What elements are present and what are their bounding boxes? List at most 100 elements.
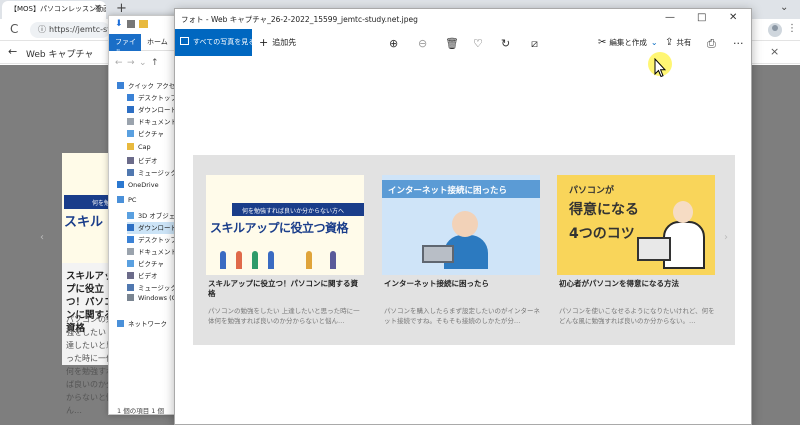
browser-menu-icon[interactable]: ⋮	[787, 23, 797, 34]
nav-forward-icon[interactable]: →	[127, 58, 135, 68]
address-text: https://jemtc-st	[49, 25, 110, 34]
nav-tree-label: デスクトップ	[138, 94, 177, 102]
nav-back-icon[interactable]: ←	[115, 58, 123, 68]
tab-overflow-icon[interactable]: ⌄	[780, 2, 788, 13]
folder-icon	[117, 181, 124, 188]
nav-tree-item[interactable]: Windows (C:)	[127, 294, 179, 306]
nav-tree-item[interactable]: Cap	[127, 143, 151, 155]
article-card-internet: インターネット接続に困ったら インターネット接続に困ったら パソコンを購入したら…	[382, 175, 540, 335]
nav-tree-item[interactable]: ピクチャ	[127, 258, 164, 270]
folder-icon	[127, 236, 134, 243]
nav-tree-label: ビデオ	[138, 157, 158, 165]
nav-tree-item[interactable]: ダウンロード	[127, 222, 177, 234]
nav-tree-item[interactable]: デスクトップ	[127, 234, 177, 246]
nav-tree-item[interactable]: クイック アクセス	[117, 80, 180, 92]
zoom-in-icon[interactable]: ⊕	[389, 37, 398, 50]
folder-icon	[127, 284, 134, 291]
nav-tree-label: クイック アクセス	[128, 82, 180, 90]
displayed-screenshot: 何を勉強すれば良いか分からない方へ スキルアップに役立つ資格 スキルアップに役立…	[193, 155, 735, 345]
photos-titlebar: フォト - Web キャプチャ_26-2-2022_15599_jemtc-st…	[175, 9, 751, 29]
card-title: 初心者がパソコンを得意になる方法	[559, 279, 679, 288]
nav-tree-item[interactable]: OneDrive	[117, 181, 159, 193]
card-description: パソコンを購入したらまず設定したいのがインターネット接続ですね。そもそも接続のし…	[384, 307, 540, 325]
crop-icon[interactable]: ⧄	[531, 37, 538, 51]
back-arrow-icon[interactable]: ←	[8, 45, 17, 58]
nav-tree-label: PC	[128, 196, 137, 204]
explorer-ribbon: ファイル ホーム	[109, 34, 179, 56]
edit-and-create-button[interactable]: ✂ 編集と作成 ⌄	[598, 37, 658, 48]
article-card-skill-up: 何を勉強すれば良いか分からない方へ スキルアップに役立つ資格 スキルアップに役立…	[206, 175, 364, 335]
photo-viewer-canvas: 何を勉強すれば良いか分からない方へ スキルアップに役立つ資格 スキルアップに役立…	[175, 63, 751, 424]
folder-icon	[127, 130, 134, 137]
nav-tree-item[interactable]: ドキュメント	[127, 246, 177, 258]
minimize-icon[interactable]: —	[665, 12, 675, 23]
folder-icon	[127, 94, 134, 101]
nav-tree-item[interactable]: ピクチャ	[127, 128, 164, 140]
card-image-pc-tips: パソコンが 得意になる 4つのコツ	[557, 175, 715, 275]
card-image-headline: スキルアップに役立つ資格	[210, 221, 349, 235]
site-info-icon[interactable]: ⓘ	[38, 25, 46, 34]
nav-tree-item[interactable]: ミュージック	[127, 167, 177, 179]
nav-tree-label: ドキュメント	[138, 248, 177, 256]
close-icon[interactable]: ✕	[729, 12, 737, 23]
new-tab-button[interactable]: +	[116, 1, 127, 16]
folder-icon	[127, 157, 134, 164]
photos-gallery-icon	[180, 37, 189, 45]
reload-icon[interactable]: C	[10, 22, 18, 36]
folder-icon	[127, 260, 134, 267]
nav-tree-item[interactable]: ネットワーク	[117, 318, 167, 330]
browser-tab[interactable]: 【MOS】パソコンレッスン動画〜もっと ×	[2, 1, 106, 19]
person-figure	[330, 251, 336, 269]
ribbon-file-tab[interactable]: ファイル	[109, 34, 141, 56]
nav-tree-item[interactable]: 3D オブジェクト	[127, 210, 179, 222]
nav-dropdown-icon[interactable]: ⌄	[139, 58, 147, 68]
plus-icon: +	[259, 36, 269, 49]
card-description: パソコンを使いこなせるようになりたいけれど、何をどんな風に勉強すれば良いのか分か…	[559, 307, 715, 325]
nav-tree-label: ピクチャ	[138, 130, 164, 138]
carousel-prev-icon[interactable]: ‹	[40, 232, 44, 243]
nav-tree-item[interactable]: PC	[117, 196, 136, 208]
folder-icon	[127, 143, 134, 150]
card-title: スキルアップに役立つ！パソコンに関する資格	[208, 279, 358, 298]
zoom-out-icon[interactable]: ⊖	[418, 37, 427, 50]
nav-tree-item[interactable]: ビデオ	[127, 155, 158, 167]
nav-tree-label: Cap	[138, 143, 151, 151]
card-image-internet: インターネット接続に困ったら	[382, 175, 540, 275]
nav-tree-item[interactable]: ミュージック	[127, 282, 177, 294]
nav-tree-label: ドキュメント	[138, 118, 177, 126]
edit-scissors-icon: ✂	[598, 37, 607, 48]
capture-close-icon[interactable]: ×	[770, 45, 779, 58]
person-figure	[306, 251, 312, 269]
card-image-ribbon: 何を勉強すれば良いか分からない方へ	[232, 203, 364, 216]
share-button[interactable]: ⇪ 共有	[665, 37, 691, 48]
address-bar[interactable]: ⓘ https://jemtc-st	[30, 22, 110, 38]
print-icon[interactable]: ⎙	[707, 37, 716, 51]
nav-tree-item[interactable]: ビデオ	[127, 270, 158, 282]
carousel-next-icon[interactable]: ›	[724, 232, 728, 243]
explorer-status: 1 個の項目 1 個	[117, 407, 164, 415]
favorite-icon[interactable]: ♡	[473, 37, 483, 50]
maximize-icon[interactable]: □	[697, 12, 706, 23]
folder-icon	[127, 169, 134, 176]
see-all-photos-button[interactable]: すべての写真を見る	[175, 29, 255, 56]
add-to-button[interactable]: + 追加先	[259, 36, 296, 49]
person-figure	[220, 251, 226, 269]
nav-tree-label: ビデオ	[138, 272, 158, 280]
edit-and-create-label: 編集と作成	[609, 38, 647, 47]
chevron-down-icon: ⌄	[650, 38, 658, 47]
person-head	[452, 211, 478, 237]
ribbon-home-tab[interactable]: ホーム	[147, 37, 168, 47]
card-image-header: インターネット接続に困ったら	[382, 180, 540, 198]
nav-tree-item[interactable]: デスクトップ	[127, 92, 177, 104]
more-options-icon[interactable]: ···	[733, 37, 744, 50]
profile-avatar[interactable]	[768, 23, 782, 37]
download-arrow-icon: ⬇	[115, 19, 123, 29]
folder-icon	[127, 106, 134, 113]
nav-tree-item[interactable]: ドキュメント	[127, 116, 177, 128]
delete-icon[interactable]: 🗑	[445, 37, 459, 50]
nav-up-icon[interactable]: ↑	[151, 58, 159, 68]
nav-tree-item[interactable]: ダウンロード	[127, 104, 177, 116]
tab-close-icon[interactable]: ×	[94, 3, 102, 13]
rotate-icon[interactable]: ↻	[501, 37, 510, 50]
monitor-illustration	[637, 237, 671, 261]
